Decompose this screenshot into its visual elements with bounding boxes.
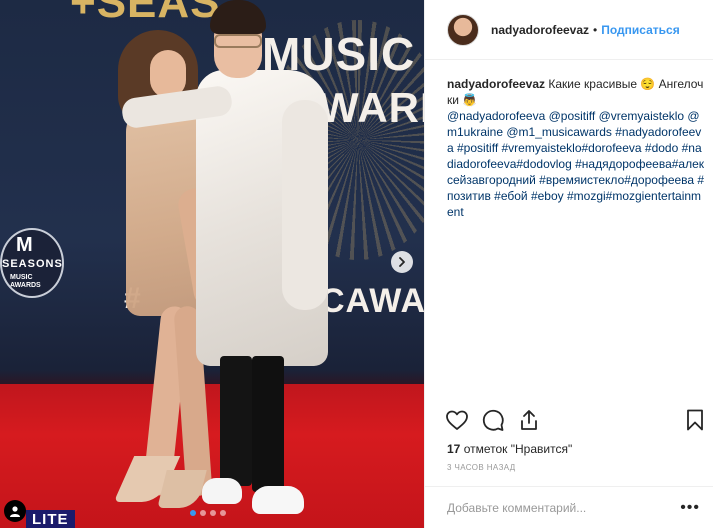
red-carpet — [0, 384, 424, 528]
heart-icon — [446, 410, 468, 430]
more-options-icon[interactable]: ••• — [680, 499, 700, 517]
carousel-dot[interactable] — [200, 510, 206, 516]
glasses — [214, 34, 262, 48]
shoe-left — [202, 478, 242, 504]
backdrop-text-cawa: CAWA — [320, 282, 424, 320]
comment-input[interactable] — [447, 500, 667, 515]
action-bar — [445, 408, 705, 434]
carousel-next-button[interactable] — [391, 251, 413, 273]
header-text: nadyadorofeevaz • Подписаться — [491, 23, 680, 37]
backdrop-text-top: +SEAS — [70, 0, 221, 27]
shoe-right — [252, 486, 304, 514]
man-coat-arm — [282, 100, 328, 310]
likes-number: 17 — [447, 442, 461, 456]
man-pants-right — [252, 356, 284, 492]
man-pants-left — [220, 356, 252, 486]
carousel-dot[interactable] — [210, 510, 216, 516]
share-icon — [521, 410, 537, 430]
seasons-logo-glyph: M — [16, 234, 33, 256]
avatar[interactable] — [447, 13, 479, 46]
carousel-dot[interactable] — [220, 510, 226, 516]
share-button[interactable] — [517, 408, 541, 432]
comment-icon — [482, 409, 504, 431]
carousel-dots — [190, 510, 226, 516]
user-icon — [10, 506, 20, 517]
man-hair — [210, 0, 266, 34]
seasons-logo-line2: MUSIC AWARDS — [10, 274, 41, 289]
comment-bar: ••• — [425, 486, 713, 528]
likes-count[interactable]: 17 отметок "Нравится" — [447, 442, 572, 456]
post-header: nadyadorofeevaz • Подписаться — [425, 0, 713, 60]
header-username[interactable]: nadyadorofeevaz — [491, 23, 589, 37]
header-bullet: • — [593, 22, 598, 37]
like-button[interactable] — [445, 408, 469, 432]
user-tag-button[interactable] — [4, 500, 26, 522]
seasons-logo-line1: SEASONS — [2, 258, 63, 270]
carousel-dot[interactable] — [190, 510, 196, 516]
post-photo[interactable]: +SEAS MUSIC AWARDS # CAWA M SEASONS MUSI… — [0, 0, 424, 528]
chevron-right-icon — [399, 257, 405, 267]
bookmark-icon — [687, 409, 703, 431]
comment-button[interactable] — [481, 408, 505, 432]
post-timestamp[interactable]: 3 ЧАСОВ НАЗАД — [447, 463, 516, 472]
save-button[interactable] — [683, 408, 707, 432]
post-sidebar: nadyadorofeevaz • Подписаться nadyadorofee… — [424, 0, 713, 528]
post-caption: nadyadorofeevaz Какие красивые 😌 Ангелоч… — [447, 76, 705, 220]
caption-tags[interactable]: @nadyadorofeeva @positiff @vremyaisteklo… — [447, 109, 704, 219]
seasons-logo: M SEASONS MUSIC AWARDS — [0, 228, 64, 298]
likes-label: отметок "Нравится" — [463, 442, 573, 456]
caption-username[interactable]: nadyadorofeevaz — [447, 77, 545, 91]
follow-button[interactable]: Подписаться — [601, 23, 679, 37]
lite-badge: LITE — [26, 510, 75, 528]
